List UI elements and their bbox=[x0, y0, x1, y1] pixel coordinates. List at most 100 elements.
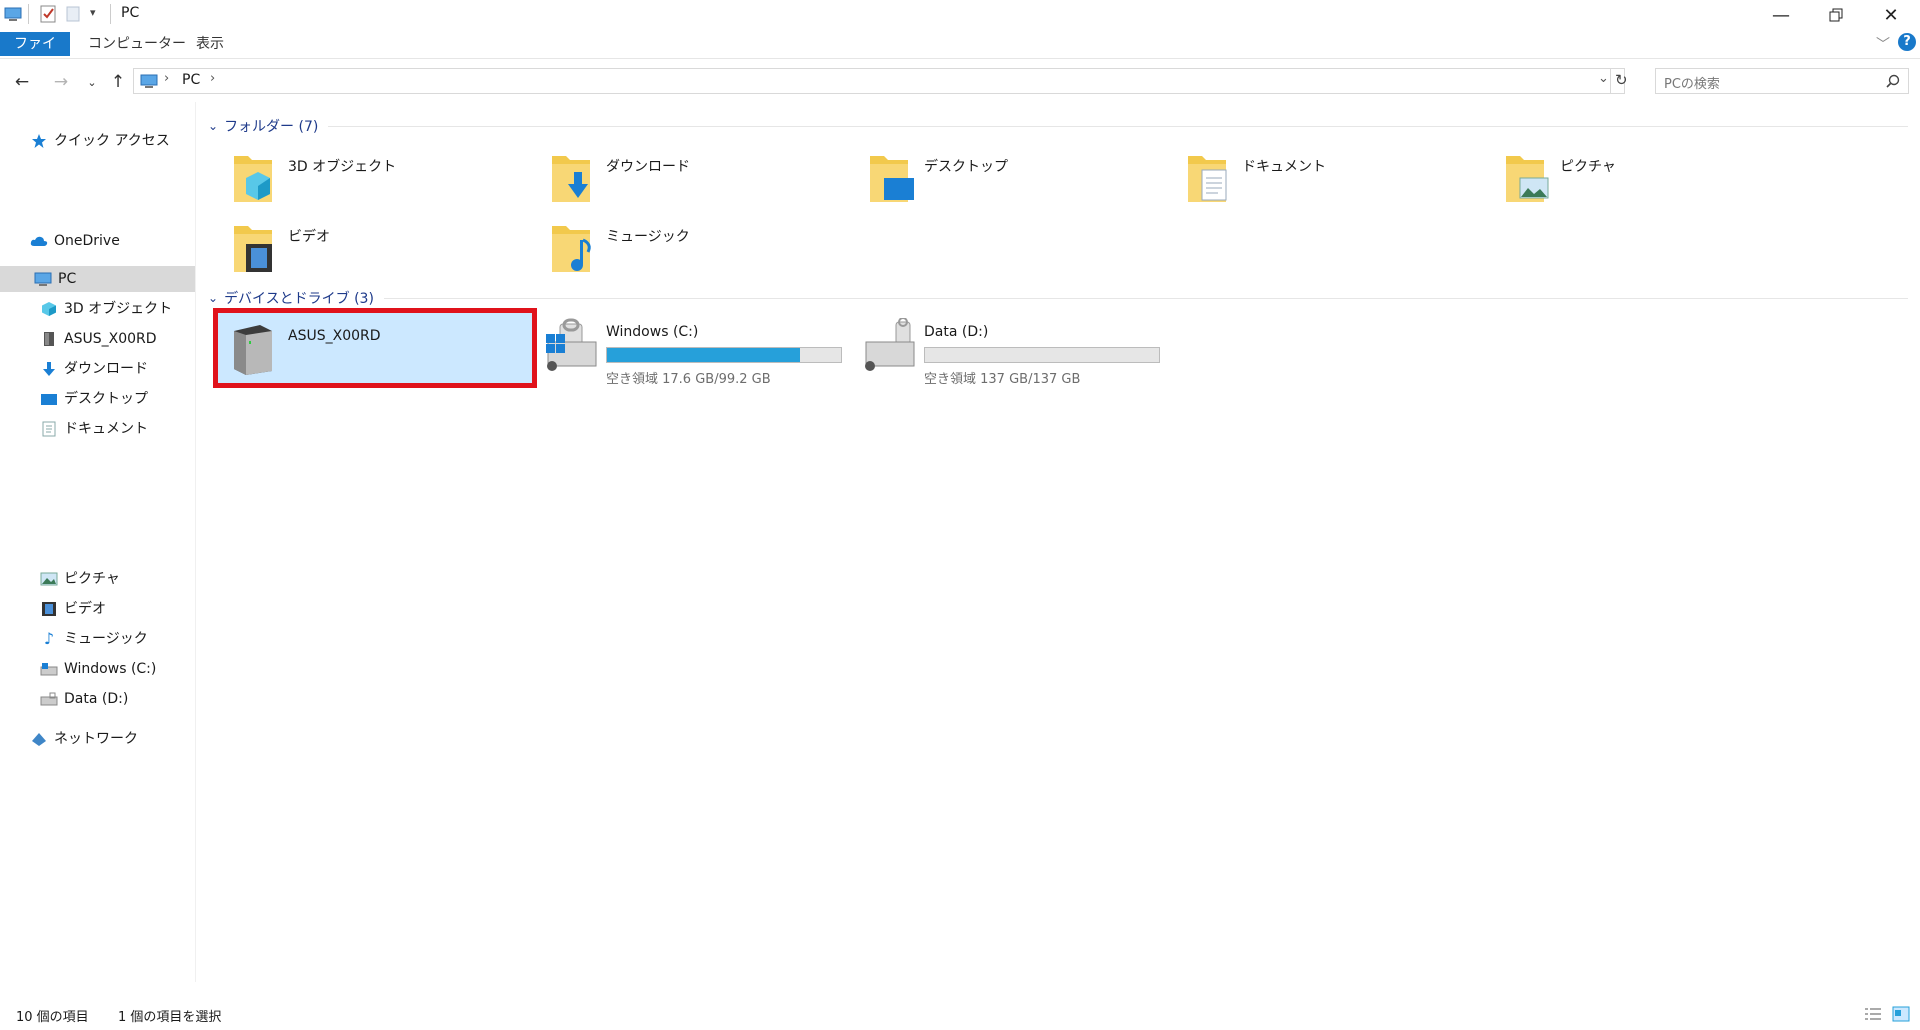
drive-windows-icon bbox=[40, 660, 58, 678]
folder-pictures-icon bbox=[1506, 156, 1549, 202]
nav-label: ドキュメント bbox=[64, 421, 148, 437]
recent-locations-button[interactable]: ⌄ bbox=[80, 70, 104, 94]
breadcrumb-separator-icon[interactable]: › bbox=[164, 71, 169, 86]
chevron-down-icon: ⌄ bbox=[208, 291, 219, 305]
drive-windows-icon bbox=[546, 318, 597, 371]
folder-documents-icon bbox=[1188, 156, 1227, 202]
status-bar: 10 個の項目 1 個の項目を選択 bbox=[0, 1000, 1920, 1030]
nav-drive-c[interactable]: Windows (C:) bbox=[40, 656, 156, 682]
nav-quick-access[interactable]: クイック アクセス bbox=[30, 128, 170, 154]
ribbon-tabs: ファイル コンピューター 表示 ﹀ ? bbox=[0, 30, 1920, 76]
nav-videos[interactable]: ビデオ bbox=[40, 596, 106, 622]
folder-music[interactable]: ミュージック bbox=[550, 220, 850, 286]
folder-label: ドキュメント bbox=[1242, 159, 1326, 175]
properties-icon[interactable] bbox=[40, 5, 56, 27]
folder-videos-icon bbox=[234, 226, 272, 272]
expand-ribbon-icon[interactable]: ﹀ bbox=[1876, 34, 1890, 54]
title-bar: ▾ PC — ✕ bbox=[0, 0, 1920, 30]
picture-icon bbox=[40, 570, 58, 588]
tab-computer[interactable]: コンピューター bbox=[76, 32, 198, 56]
forward-button[interactable]: → bbox=[49, 70, 73, 94]
details-view-icon[interactable] bbox=[1864, 1006, 1882, 1026]
folder-label: デスクトップ bbox=[924, 159, 1008, 175]
restore-button[interactable] bbox=[1808, 0, 1864, 30]
close-button[interactable]: ✕ bbox=[1863, 0, 1919, 30]
folder-videos[interactable]: ビデオ bbox=[232, 220, 532, 286]
address-bar[interactable]: › PC › ⌄ ↻ bbox=[133, 68, 1628, 94]
nav-network[interactable]: ネットワーク bbox=[30, 726, 138, 752]
nav-label: ミュージック bbox=[64, 631, 148, 647]
new-folder-icon[interactable] bbox=[66, 6, 80, 26]
cube-icon bbox=[40, 300, 58, 318]
folders-group-header[interactable]: ⌄ フォルダー (7) bbox=[208, 116, 1908, 136]
nav-drive-d[interactable]: Data (D:) bbox=[40, 686, 128, 712]
devices-group-header[interactable]: ⌄ デバイスとドライブ (3) bbox=[208, 288, 1908, 308]
nav-documents[interactable]: ドキュメント bbox=[40, 416, 148, 442]
document-icon bbox=[40, 420, 58, 438]
download-arrow-icon bbox=[40, 360, 58, 378]
nav-desktop[interactable]: デスクトップ bbox=[40, 386, 148, 412]
nav-3d-objects[interactable]: 3D オブジェクト bbox=[40, 296, 172, 322]
chevron-down-icon: ⌄ bbox=[208, 119, 219, 133]
pc-icon bbox=[4, 6, 22, 26]
nav-label: ASUS_X00RD bbox=[64, 331, 157, 347]
nav-label: 3D オブジェクト bbox=[64, 301, 173, 317]
drive-free-space: 空き領域 17.6 GB/99.2 GB bbox=[606, 372, 771, 387]
star-icon bbox=[30, 132, 48, 150]
folder-downloads[interactable]: ダウンロード bbox=[550, 150, 850, 216]
folder-documents[interactable]: ドキュメント bbox=[1186, 150, 1486, 216]
desktop-icon bbox=[40, 390, 58, 408]
folder-label: 3D オブジェクト bbox=[288, 159, 397, 175]
drive-icon bbox=[40, 690, 58, 708]
folder-pictures[interactable]: ピクチャ bbox=[1504, 150, 1804, 216]
up-button[interactable]: ↑ bbox=[106, 70, 130, 94]
pc-icon bbox=[140, 73, 158, 93]
nav-downloads[interactable]: ダウンロード bbox=[40, 356, 148, 382]
navigation-pane: クイック アクセス OneDrive PC 3D オブジェクト ASUS_X00… bbox=[0, 102, 196, 982]
folder-3d-icon bbox=[234, 156, 272, 202]
status-selected: 1 個の項目を選択 bbox=[118, 1010, 222, 1025]
address-dropdown-icon[interactable]: ⌄ bbox=[1598, 71, 1609, 86]
group-title: フォルダー (7) bbox=[224, 119, 319, 135]
tab-view[interactable]: 表示 bbox=[184, 32, 236, 56]
device-icon bbox=[234, 325, 272, 375]
nav-label: ビデオ bbox=[64, 601, 106, 617]
device-asus[interactable]: ASUS_X00RD bbox=[218, 313, 532, 383]
refresh-icon[interactable]: ↻ bbox=[1615, 71, 1628, 89]
nav-pc[interactable]: PC bbox=[0, 266, 195, 292]
breadcrumb-pc[interactable]: PC bbox=[182, 72, 200, 88]
nav-label: ダウンロード bbox=[64, 361, 148, 377]
nav-asus-device[interactable]: ASUS_X00RD bbox=[40, 326, 157, 352]
tiles-view-icon[interactable] bbox=[1892, 1006, 1910, 1026]
folder-music-icon bbox=[552, 226, 591, 272]
minimize-button[interactable]: — bbox=[1753, 0, 1809, 30]
arrow-right-icon: → bbox=[53, 72, 69, 92]
address-row: ← → ⌄ ↑ › PC › ⌄ ↻ PCの検索 bbox=[0, 64, 1920, 100]
folder-desktop-icon bbox=[870, 156, 914, 202]
drive-data-d[interactable]: Data (D:) 空き領域 137 GB/137 GB bbox=[862, 318, 1172, 390]
back-button[interactable]: ← bbox=[10, 70, 34, 94]
search-placeholder: PCの検索 bbox=[1664, 77, 1720, 92]
arrow-left-icon: ← bbox=[14, 72, 30, 92]
folder-label: ミュージック bbox=[606, 229, 690, 245]
folder-desktop[interactable]: デスクトップ bbox=[868, 150, 1168, 216]
arrow-up-icon: ↑ bbox=[110, 72, 126, 92]
nav-pictures[interactable]: ピクチャ bbox=[40, 566, 120, 592]
drive-name: Data (D:) bbox=[924, 324, 989, 340]
drive-windows-c[interactable]: Windows (C:) 空き領域 17.6 GB/99.2 GB bbox=[544, 318, 854, 390]
nav-label: Windows (C:) bbox=[64, 661, 157, 677]
search-icon[interactable] bbox=[1886, 74, 1900, 88]
nav-label: Data (D:) bbox=[64, 691, 129, 707]
search-input[interactable]: PCの検索 bbox=[1655, 68, 1909, 94]
nav-label: クイック アクセス bbox=[54, 133, 170, 149]
folder-3d-objects[interactable]: 3D オブジェクト bbox=[232, 150, 532, 216]
nav-label: OneDrive bbox=[54, 233, 120, 249]
tab-file[interactable]: ファイル bbox=[0, 32, 70, 76]
customize-qat-icon[interactable]: ▾ bbox=[90, 6, 96, 19]
minimize-icon: — bbox=[1772, 4, 1790, 26]
help-icon[interactable]: ? bbox=[1898, 33, 1916, 51]
film-icon bbox=[40, 600, 58, 618]
breadcrumb-chevron-icon[interactable]: › bbox=[210, 71, 215, 86]
nav-music[interactable]: ♪ ミュージック bbox=[40, 626, 148, 652]
nav-onedrive[interactable]: OneDrive bbox=[30, 228, 120, 254]
